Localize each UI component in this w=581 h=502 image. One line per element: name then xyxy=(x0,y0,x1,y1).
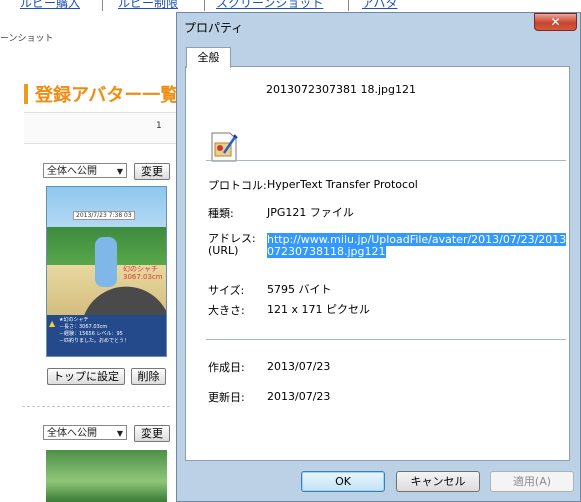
close-icon: ✕ xyxy=(550,15,561,29)
address-value-line2: 07230738118.jpg121 xyxy=(267,245,386,258)
nav-separator xyxy=(348,0,349,11)
nav-link-ruby-purchase[interactable]: ルビー購入 xyxy=(20,0,80,11)
avatar-info-line: ★幻のシャチ xyxy=(59,317,89,323)
created-label: 作成日: xyxy=(208,361,245,374)
tab-general[interactable]: 全般 xyxy=(186,47,231,68)
page-title: 登録アバター一覧 xyxy=(35,85,179,106)
nav-separator xyxy=(102,0,103,11)
avatar-info-box: ★幻のシャチ －長さ：3067.03cm －経験：15656 レベル：95 －匹… xyxy=(47,315,166,356)
avatar-catch-name: 幻のシャチ xyxy=(123,265,158,273)
top-navigation: ルビー購入 ルビー制限 スクリーンショット アバタ xyxy=(0,0,581,12)
delete-button[interactable]: 削除 xyxy=(131,368,166,385)
warning-icon: ▲ xyxy=(49,319,56,328)
visibility-select-value: 全体へ公開 xyxy=(47,428,97,439)
ok-button[interactable]: OK xyxy=(301,471,385,492)
separator xyxy=(206,160,566,161)
avatar-info-line: －匹釣りました。おめでとう！ xyxy=(59,338,130,344)
nav-link-avatar[interactable]: アバタ xyxy=(362,0,398,11)
avatar-character xyxy=(95,237,117,287)
avatar-info-line: －経験：15656 レベル：95 xyxy=(59,331,123,337)
avatar-catch-label: 幻のシャチ 3067.03cm xyxy=(123,265,163,281)
visibility-select[interactable]: 全体へ公開 ▼ xyxy=(43,163,127,178)
avatar-info-line: －長さ：3067.03cm xyxy=(59,324,108,330)
general-tab-panel: 2013072307381 18.jpg121 プロトコル: HyperText… xyxy=(185,66,570,461)
change-button[interactable]: 変更 xyxy=(134,163,170,180)
title-accent-bar xyxy=(24,84,28,104)
nav-link-screenshot[interactable]: スクリーンショット xyxy=(216,0,323,11)
properties-dialog: プロパティ ✕ 2013072307381 18.jpg121 プロトコル: H… xyxy=(176,12,581,502)
protocol-value: HyperText Transfer Protocol xyxy=(267,178,418,191)
size-value: 5795 バイト xyxy=(267,283,332,296)
type-label: 種類: xyxy=(208,207,234,220)
avatar-image-2[interactable] xyxy=(46,450,167,502)
file-name: 2013072307381 18.jpg121 xyxy=(266,83,416,96)
dimensions-value: 121 x 171 ピクセル xyxy=(267,303,370,316)
protocol-label: プロトコル: xyxy=(208,179,267,192)
avatar-timestamp: 2013/7/23 7:38 03 xyxy=(73,211,135,220)
address-label-url: (URL) xyxy=(208,244,239,257)
created-value: 2013/07/23 xyxy=(267,360,331,373)
change-button-2[interactable]: 変更 xyxy=(134,425,170,442)
breadcrumb: ーンショット xyxy=(0,34,54,44)
nav-separator xyxy=(204,0,205,11)
set-top-button[interactable]: トップに設定 xyxy=(47,368,125,385)
modified-value: 2013/07/23 xyxy=(267,390,331,403)
chevron-down-icon: ▼ xyxy=(116,167,123,176)
visibility-select-2[interactable]: 全体へ公開 ▼ xyxy=(43,425,127,440)
visibility-select-value: 全体へ公開 xyxy=(47,166,97,177)
apply-button[interactable]: 適用(A) xyxy=(490,471,574,492)
dimensions-label: 大きさ: xyxy=(208,304,245,317)
avatar-image[interactable]: 2013/7/23 7:38 03 幻のシャチ 3067.03cm ★幻のシャチ… xyxy=(46,186,167,357)
image-file-icon xyxy=(211,132,238,162)
dialog-title: プロパティ xyxy=(184,21,244,35)
avatar-catch-size: 3067.03cm xyxy=(123,273,163,281)
modified-label: 更新日: xyxy=(208,391,245,404)
nav-link-ruby-limit[interactable]: ルビー制限 xyxy=(118,0,178,11)
page-number[interactable]: 1 xyxy=(156,121,162,131)
separator xyxy=(206,339,566,340)
divider xyxy=(22,406,170,407)
address-value[interactable]: http://www.milu.jp/UploadFile/avater/201… xyxy=(267,233,567,258)
close-button[interactable]: ✕ xyxy=(534,13,577,31)
type-value: JPG121 ファイル xyxy=(267,206,354,219)
size-label: サイズ: xyxy=(208,284,245,297)
chevron-down-icon: ▼ xyxy=(116,429,123,438)
cancel-button[interactable]: キャンセル xyxy=(396,471,480,492)
